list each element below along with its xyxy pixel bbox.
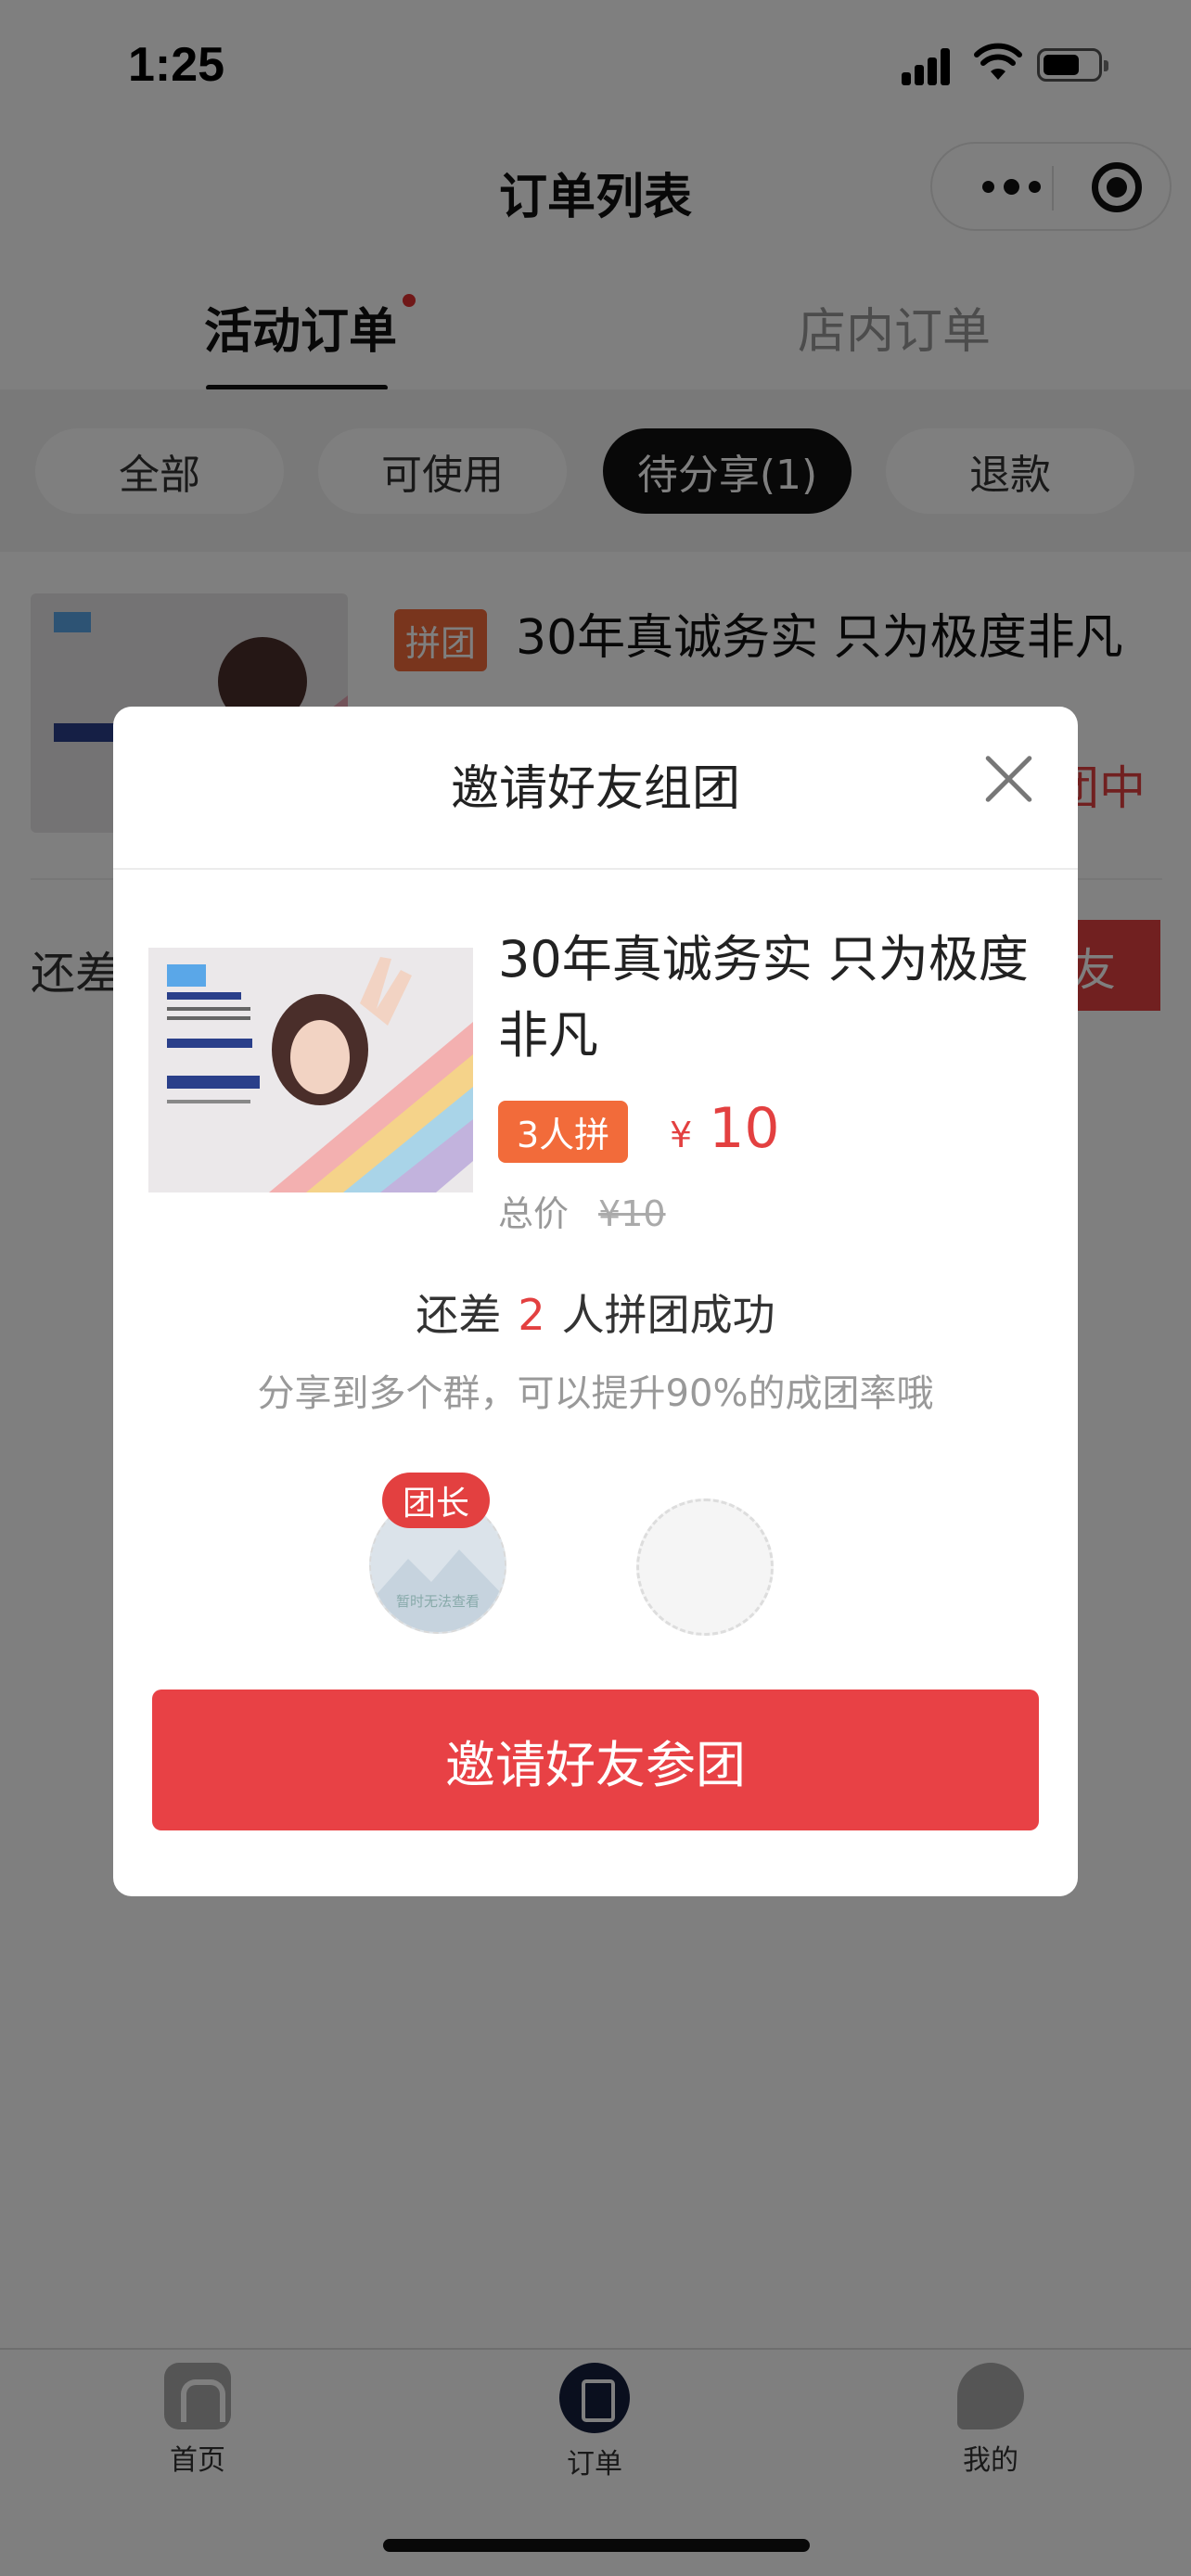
total-label: 总价 <box>498 1193 570 1234</box>
invite-friends-modal: 邀请好友组团 30年真诚务实 只为极度非凡 3人拼 ¥10 总价 ¥10 还差 2 人 <box>113 707 1078 1896</box>
empty-member-slot <box>636 1498 774 1636</box>
invite-friends-button[interactable]: 邀请好友参团 <box>152 1690 1039 1830</box>
original-price: ¥10 <box>598 1193 666 1234</box>
close-icon[interactable] <box>980 751 1036 807</box>
share-hint: 分享到多个群，可以提升90%的成团率哦 <box>257 1372 934 1415</box>
remaining-members-text: 还差 2 人拼团成功 <box>113 1282 1078 1343</box>
group-price: ¥10 <box>670 1096 780 1161</box>
modal-title: 邀请好友组团 <box>450 761 740 817</box>
group-size-badge: 3人拼 <box>498 1101 629 1163</box>
avatar-unavailable-text: 暂时无法查看 <box>395 1593 480 1610</box>
need-prefix: 还差 <box>416 1290 502 1340</box>
total-price: 总价 ¥10 <box>498 1185 666 1236</box>
need-count: 2 <box>518 1290 545 1340</box>
modal-divider <box>113 868 1078 870</box>
modal-product-name: 30年真诚务实 只为极度非凡 <box>498 930 1029 1065</box>
currency-symbol: ¥ <box>670 1115 693 1155</box>
leader-badge: 团长 <box>382 1473 491 1528</box>
product-image <box>148 948 473 1192</box>
price-value: 10 <box>709 1096 780 1161</box>
need-suffix: 人拼团成功 <box>561 1290 775 1340</box>
